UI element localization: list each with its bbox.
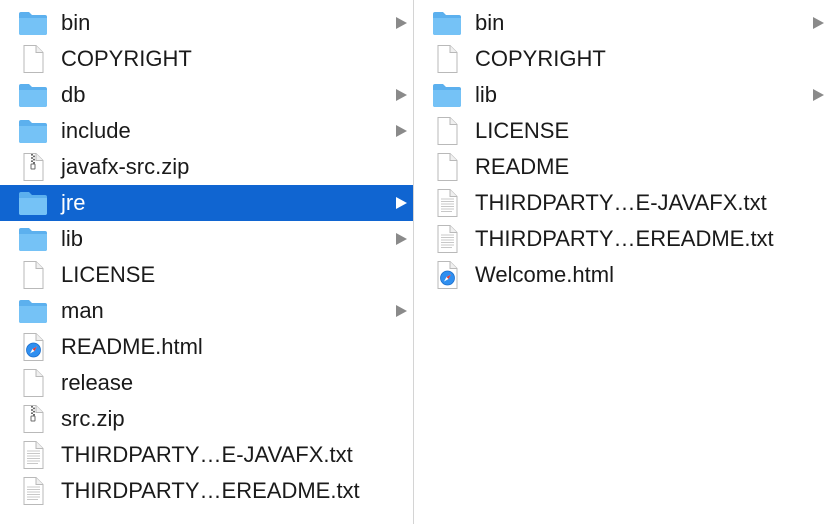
text-document-icon xyxy=(432,188,462,218)
folder-icon xyxy=(18,224,48,254)
disclosure-chevron-icon[interactable] xyxy=(813,17,824,29)
disclosure-chevron-icon[interactable] xyxy=(396,233,407,245)
text-document-icon xyxy=(18,440,48,470)
disclosure-chevron-icon[interactable] xyxy=(813,89,824,101)
document-icon xyxy=(18,260,48,290)
file-row[interactable]: release xyxy=(0,365,413,401)
folder-row[interactable]: bin xyxy=(0,5,413,41)
item-label: lib xyxy=(475,82,498,107)
item-label: include xyxy=(61,118,131,143)
file-row[interactable]: Welcome.html xyxy=(414,257,830,293)
item-label: jre xyxy=(61,190,86,215)
folder-row[interactable]: lib xyxy=(0,221,413,257)
file-row[interactable]: THIRDPARTY…EREADME.txt xyxy=(414,221,830,257)
safari-html-icon xyxy=(432,260,462,290)
item-label: bin xyxy=(61,10,91,35)
file-row[interactable]: README.html xyxy=(0,329,413,365)
zip-archive-icon xyxy=(18,404,48,434)
item-label: LICENSE xyxy=(61,262,156,287)
finder-column-browser: bin COPYRIGHT db include javafx-src.zip jre li… xyxy=(0,0,830,524)
folder-row[interactable]: jre xyxy=(0,185,413,221)
folder-row[interactable]: db xyxy=(0,77,413,113)
item-label: release xyxy=(61,370,134,395)
item-label: Welcome.html xyxy=(475,262,614,287)
item-label: THIRDPARTY…EREADME.txt xyxy=(61,478,360,503)
folder-row[interactable]: bin xyxy=(414,5,830,41)
document-icon xyxy=(18,44,48,74)
file-row[interactable]: README xyxy=(414,149,830,185)
disclosure-chevron-icon[interactable] xyxy=(396,89,407,101)
item-label: README xyxy=(475,154,570,179)
folder-icon xyxy=(432,8,462,38)
item-label: lib xyxy=(61,226,84,251)
text-document-icon xyxy=(432,224,462,254)
folder-row[interactable]: include xyxy=(0,113,413,149)
folder-row[interactable]: lib xyxy=(414,77,830,113)
item-label: COPYRIGHT xyxy=(475,46,606,71)
document-icon xyxy=(18,368,48,398)
disclosure-chevron-icon[interactable] xyxy=(396,305,407,317)
file-row[interactable]: THIRDPARTY…E-JAVAFX.txt xyxy=(414,185,830,221)
file-row[interactable]: COPYRIGHT xyxy=(414,41,830,77)
folder-icon xyxy=(18,8,48,38)
item-label: README.html xyxy=(61,334,203,359)
document-icon xyxy=(432,44,462,74)
item-label: LICENSE xyxy=(475,118,570,143)
column-jre[interactable]: bin COPYRIGHT lib LICENSE README THIRDPARTY…E… xyxy=(414,0,830,524)
file-row[interactable]: THIRDPARTY…E-JAVAFX.txt xyxy=(0,437,413,473)
disclosure-chevron-icon[interactable] xyxy=(396,125,407,137)
file-row[interactable]: src.zip xyxy=(0,401,413,437)
folder-icon xyxy=(18,80,48,110)
file-list: bin COPYRIGHT lib LICENSE README THIRDPARTY…E… xyxy=(414,0,830,293)
document-icon xyxy=(432,116,462,146)
file-list: bin COPYRIGHT db include javafx-src.zip jre li… xyxy=(0,0,413,509)
file-row[interactable]: THIRDPARTY…EREADME.txt xyxy=(0,473,413,509)
item-label: THIRDPARTY…E-JAVAFX.txt xyxy=(475,190,767,215)
file-row[interactable]: COPYRIGHT xyxy=(0,41,413,77)
item-label: db xyxy=(61,82,86,107)
text-document-icon xyxy=(18,476,48,506)
item-label: THIRDPARTY…E-JAVAFX.txt xyxy=(61,442,353,467)
item-label: bin xyxy=(475,10,505,35)
item-label: javafx-src.zip xyxy=(61,154,190,179)
file-row[interactable]: javafx-src.zip xyxy=(0,149,413,185)
disclosure-chevron-icon[interactable] xyxy=(396,17,407,29)
folder-icon xyxy=(18,296,48,326)
folder-icon xyxy=(18,188,48,218)
folder-icon xyxy=(18,116,48,146)
item-label: THIRDPARTY…EREADME.txt xyxy=(475,226,774,251)
disclosure-chevron-icon[interactable] xyxy=(396,197,407,209)
document-icon xyxy=(432,152,462,182)
zip-archive-icon xyxy=(18,152,48,182)
item-label: src.zip xyxy=(61,406,125,431)
folder-icon xyxy=(432,80,462,110)
file-row[interactable]: LICENSE xyxy=(0,257,413,293)
safari-html-icon xyxy=(18,332,48,362)
item-label: man xyxy=(61,298,104,323)
folder-row[interactable]: man xyxy=(0,293,413,329)
item-label: COPYRIGHT xyxy=(61,46,192,71)
column-jdk[interactable]: bin COPYRIGHT db include javafx-src.zip jre li… xyxy=(0,0,413,524)
file-row[interactable]: LICENSE xyxy=(414,113,830,149)
